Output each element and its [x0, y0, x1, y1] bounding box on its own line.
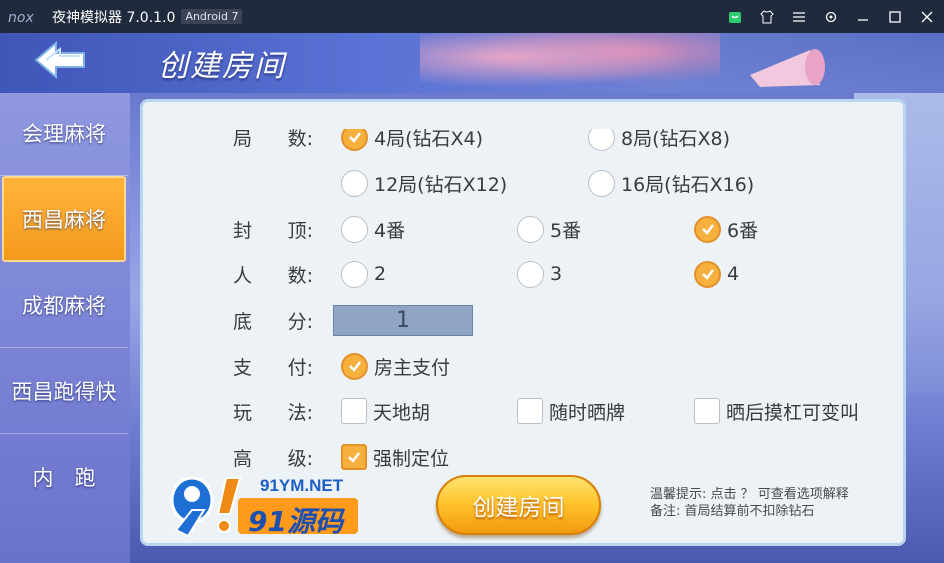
side-item-xichang-mahjong[interactable]: 西昌麻将	[2, 176, 126, 262]
payment-option-owner[interactable]: 房主支付	[341, 352, 450, 380]
gear-icon[interactable]	[824, 10, 838, 24]
side-item-label: 内 跑	[32, 466, 96, 490]
base-score-input[interactable]: 1	[333, 304, 473, 336]
radio-button	[341, 352, 368, 380]
side-item-chengdu-mahjong[interactable]: 成都麻将	[0, 262, 128, 348]
radio-button	[694, 215, 721, 243]
cap-option-4fan[interactable]: 4番	[341, 215, 405, 243]
cap-label: 封顶:	[233, 219, 313, 242]
radio-button	[517, 260, 544, 288]
cap-option-6fan[interactable]: 6番	[694, 215, 758, 243]
rounds-option-12[interactable]: 12局(钻石X12)	[341, 169, 507, 197]
cherry-blossom-decoration	[420, 33, 720, 93]
rule-kong-change-checkbox[interactable]: 晒后摸杠可变叫	[694, 398, 859, 425]
minimize-icon[interactable]	[856, 10, 870, 24]
checkmark-icon	[348, 132, 361, 143]
advanced-label: 高级:	[233, 447, 313, 470]
side-item-huili-mahjong[interactable]: 会理麻将	[0, 90, 128, 176]
scroll-mask	[143, 102, 903, 129]
side-item-neipao[interactable]: 内 跑	[0, 434, 128, 520]
force-location-checkbox[interactable]: 强制定位	[341, 444, 449, 471]
svg-text:nox: nox	[8, 10, 34, 25]
create-room-panel: 局数: 4局(钻石X4) 8局(钻石X8) 12局(钻石X12) 16局(钻石X…	[140, 99, 906, 546]
checkmark-icon	[701, 224, 714, 235]
megaphone-decoration	[750, 49, 825, 87]
window-titlebar: nox 夜神模拟器 7.0.1.0 Android 7	[0, 0, 944, 33]
menu-icon[interactable]	[792, 10, 806, 24]
side-item-xichang-paodekuai[interactable]: 西昌跑得快	[0, 348, 128, 434]
android-version-badge: Android 7	[181, 9, 243, 24]
rules-label: 玩法:	[233, 401, 313, 424]
nox-logo-icon: nox	[8, 10, 34, 25]
note-text: 备注: 首局结算前不扣除钻石	[650, 504, 815, 519]
close-icon[interactable]	[920, 10, 934, 24]
radio-button	[341, 260, 368, 288]
cap-option-5fan[interactable]: 5番	[517, 215, 581, 243]
app-title: 夜神模拟器 7.0.1.0	[52, 9, 176, 26]
side-item-label: 西昌麻将	[22, 208, 106, 232]
radio-button	[694, 260, 721, 288]
91ym-logo: 91YM.NET 91源码	[168, 470, 368, 540]
maximize-icon[interactable]	[888, 10, 902, 24]
checkbox	[517, 398, 543, 424]
radio-button	[341, 169, 368, 197]
radio-button	[341, 215, 368, 243]
base-score-label: 底分:	[233, 310, 313, 333]
logo-brand-text: 91源码	[248, 505, 343, 538]
checkmark-icon	[348, 452, 360, 463]
shirt-icon[interactable]	[760, 9, 774, 24]
players-option-2[interactable]: 2	[341, 260, 386, 288]
checkbox	[694, 398, 720, 424]
checkbox	[341, 398, 367, 424]
page-title: 创建房间	[158, 49, 286, 84]
payment-label: 支付:	[233, 356, 313, 379]
rounds-option-16[interactable]: 16局(钻石X16)	[588, 169, 754, 197]
checkbox	[341, 444, 367, 470]
rule-tiandihu-checkbox[interactable]: 天地胡	[341, 398, 430, 425]
rule-show-tiles-checkbox[interactable]: 随时晒牌	[517, 398, 625, 425]
side-item-label: 成都麻将	[22, 293, 106, 318]
radio-button	[517, 215, 544, 243]
logo-domain-text: 91YM.NET	[260, 476, 344, 495]
radio-button	[588, 169, 615, 197]
checkmark-icon	[348, 361, 361, 372]
players-option-3[interactable]: 3	[517, 260, 562, 288]
side-menu: 会理麻将 西昌麻将 成都麻将 西昌跑得快 内 跑	[0, 90, 128, 520]
side-item-label: 西昌跑得快	[11, 379, 117, 404]
checkmark-icon	[701, 269, 714, 280]
create-room-button[interactable]: 创建房间	[436, 475, 601, 535]
game-screen: 创建房间 会理麻将 西昌麻将 成都麻将 西昌跑得快 内 跑 局数: 4局(钻石X…	[0, 33, 944, 563]
players-option-4[interactable]: 4	[694, 260, 739, 288]
back-arrow-icon	[34, 40, 85, 80]
back-button[interactable]	[32, 39, 88, 81]
side-item-label: 会理麻将	[22, 121, 106, 146]
shop-icon[interactable]	[728, 10, 742, 24]
players-label: 人数:	[233, 264, 313, 287]
